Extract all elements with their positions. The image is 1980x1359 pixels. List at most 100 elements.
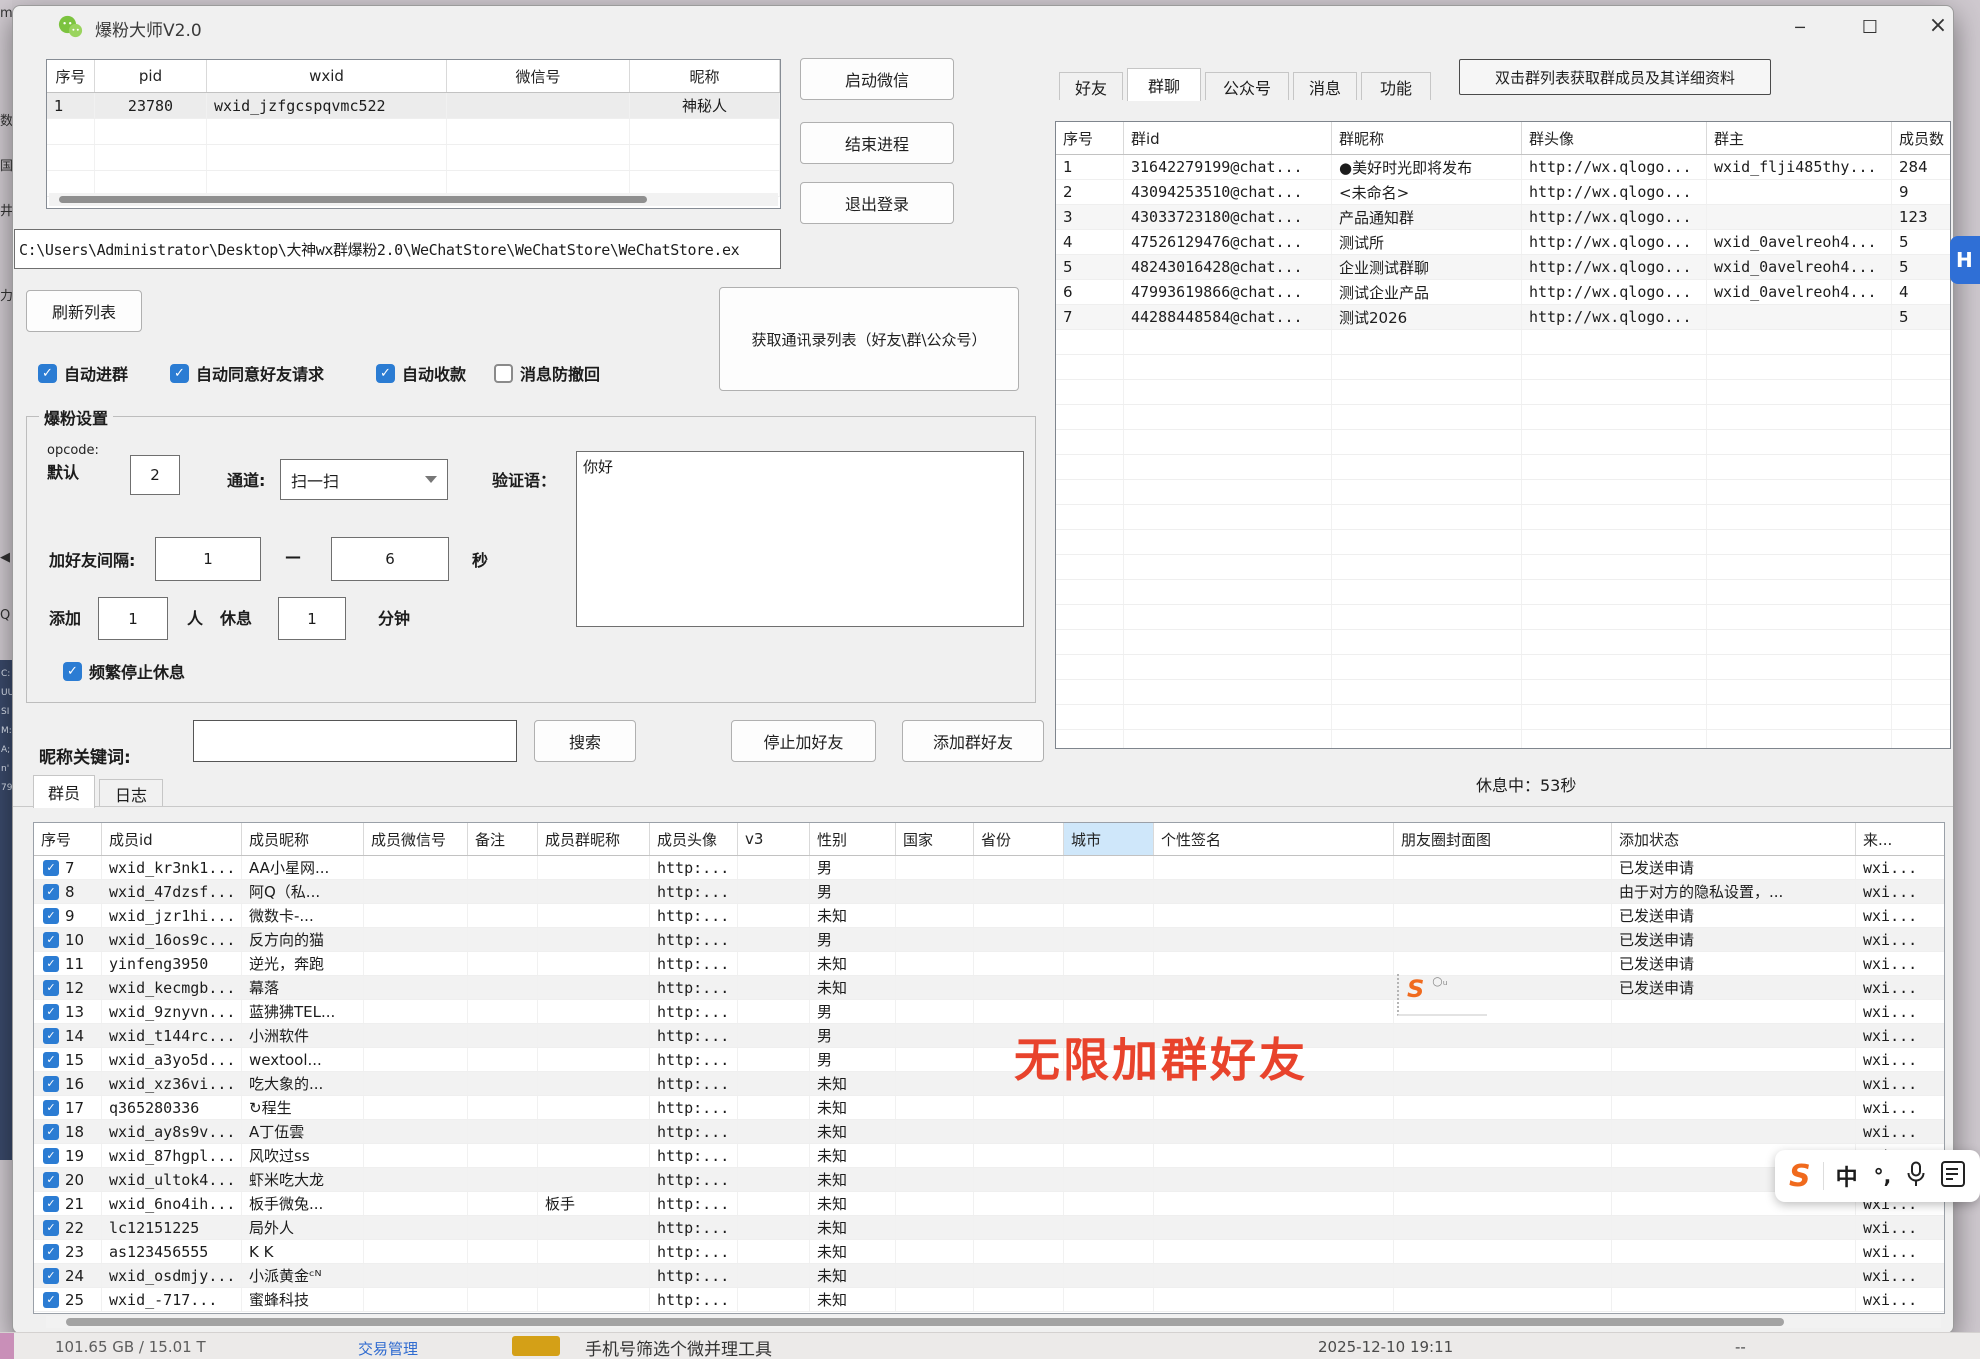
table-row[interactable]: ✓15wxid_a3yo5d...wextool...http:...男wxi.… [34, 1048, 1944, 1072]
table-row[interactable]: ✓23as123456555K Khttp:...未知wxi... [34, 1240, 1944, 1264]
column-header[interactable]: 备注 [468, 823, 538, 855]
wechat-path-field[interactable]: C:\Users\Administrator\Desktop\大神wx群爆粉2.… [14, 229, 781, 269]
column-header[interactable]: 成员id [102, 823, 242, 855]
checkbox-checked-icon[interactable]: ✓ [63, 662, 82, 681]
table-row[interactable]: ✓24wxid_osdmjy...小派黄金ᶜᴺhttp:...未知wxi... [34, 1264, 1944, 1288]
row-checkbox[interactable]: ✓ [43, 1268, 59, 1284]
table-row[interactable]: ✓14wxid_t144rc...小洲软件http:...男wxi... [34, 1024, 1944, 1048]
table-row[interactable]: ✓22lc12151225局外人http:...未知wxi... [34, 1216, 1944, 1240]
column-header[interactable]: v3 [738, 823, 810, 855]
bottom-tab-2[interactable]: 日志 [99, 779, 163, 807]
column-header[interactable]: 群头像 [1522, 122, 1707, 154]
row-checkbox[interactable]: ✓ [43, 1220, 59, 1236]
row-checkbox[interactable]: ✓ [43, 1244, 59, 1260]
stop-add-friend-button[interactable]: 停止加好友 [731, 720, 876, 762]
table-row[interactable]: 548243016428@chat...企业测试群聊http://wx.qlog… [1056, 255, 1950, 280]
column-header[interactable]: 群主 [1707, 122, 1892, 154]
table-row[interactable]: ✓25wxid_-717...蜜蜂科技http:...未知wxi... [34, 1288, 1944, 1312]
yellow-app-icon[interactable] [512, 1336, 560, 1356]
column-header[interactable]: 朋友圈封面图 [1394, 823, 1612, 855]
table-row[interactable]: 131642279199@chat...●美好时光即将发布http://wx.q… [1056, 155, 1950, 180]
verify-textarea[interactable]: 你好 [576, 451, 1024, 627]
checkbox-checked-icon[interactable]: ✓ [38, 364, 57, 383]
process-table[interactable]: 序号pidwxid微信号昵称123780wxid_jzfgcspqvmc522神… [46, 59, 781, 209]
table-row[interactable]: ✓10wxid_16os9c...反方向的猫http:...男已发送申请wxi.… [34, 928, 1944, 952]
ime-skin-icon[interactable]: ○ᵤ [1432, 974, 1447, 988]
table-row[interactable]: ✓8wxid_47dzsf...阿Q（私...http:...男由于对方的隐私设… [34, 880, 1944, 904]
row-checkbox[interactable]: ✓ [43, 1124, 59, 1140]
interval-from-input[interactable]: 1 [155, 537, 261, 581]
microphone-icon[interactable] [1905, 1161, 1927, 1192]
table-row[interactable]: ✓18wxid_ay8s9v...A丁伍雲http:...未知wxi... [34, 1120, 1944, 1144]
clipboard-icon[interactable] [1941, 1161, 1965, 1191]
row-checkbox[interactable]: ✓ [43, 1172, 59, 1188]
close-button[interactable]: × [1919, 8, 1954, 42]
column-header[interactable]: 序号 [47, 60, 95, 92]
title-bar[interactable]: 爆粉大师V2.0 ─ ☐ × [13, 6, 1953, 48]
column-header[interactable]: 群昵称 [1332, 122, 1522, 154]
search-button[interactable]: 搜索 [534, 720, 636, 762]
row-checkbox[interactable]: ✓ [43, 1196, 59, 1212]
table-row[interactable]: ✓20wxid_ultok4...虾米吃大龙http:...未知wxi... [34, 1168, 1944, 1192]
fetch-contacts-button[interactable]: 获取通讯录列表（好友\群\公众号） [719, 287, 1019, 391]
keyword-input[interactable] [193, 720, 517, 762]
column-header[interactable]: 省份 [974, 823, 1064, 855]
auto-option-4[interactable]: 消息防撤回 [494, 361, 600, 385]
column-header[interactable]: 序号 [1056, 122, 1124, 154]
column-header[interactable]: 成员微信号 [364, 823, 468, 855]
row-checkbox[interactable]: ✓ [43, 1292, 59, 1308]
bottom-tab-1[interactable]: 群员 [33, 775, 95, 808]
table-row[interactable]: ✓12wxid_kecmgb...幕落http:...未知已发送申请wxi... [34, 976, 1944, 1000]
table-row[interactable]: ✓16wxid_xz36vi...吃大象的...http:...未知wxi... [34, 1072, 1944, 1096]
row-checkbox[interactable]: ✓ [43, 1028, 59, 1044]
sogou-logo-icon[interactable]: S [1789, 1159, 1811, 1194]
opcode-input[interactable]: 2 [130, 455, 180, 495]
column-header[interactable]: 成员数 [1892, 122, 1951, 154]
checkbox-checked-icon[interactable]: ✓ [170, 364, 189, 383]
row-checkbox[interactable]: ✓ [43, 908, 59, 924]
column-header[interactable]: 个性签名 [1154, 823, 1394, 855]
auto-option-3[interactable]: ✓自动收款 [376, 361, 466, 385]
table-row[interactable]: 123780wxid_jzfgcspqvmc522神秘人 [47, 93, 780, 119]
right-tab-4[interactable]: 消息 [1293, 72, 1357, 100]
row-checkbox[interactable]: ✓ [43, 1148, 59, 1164]
table-row[interactable]: 343033723180@chat...产品通知群http://wx.qlogo… [1056, 205, 1950, 230]
column-header[interactable]: pid [95, 60, 207, 92]
row-checkbox[interactable]: ✓ [43, 1076, 59, 1092]
minimize-button[interactable]: ─ [1781, 10, 1819, 44]
column-header[interactable]: 群id [1124, 122, 1332, 154]
row-checkbox[interactable]: ✓ [43, 1004, 59, 1020]
checkbox-unchecked-icon[interactable] [494, 364, 513, 383]
right-tab-2[interactable]: 群聊 [1127, 68, 1201, 101]
sogou-icon[interactable]: S [1407, 974, 1424, 1004]
row-checkbox[interactable]: ✓ [43, 932, 59, 948]
row-checkbox[interactable]: ✓ [43, 956, 59, 972]
checkbox-checked-icon[interactable]: ✓ [376, 364, 395, 383]
column-header[interactable]: 序号 [34, 823, 102, 855]
column-header[interactable]: 微信号 [447, 60, 630, 92]
column-header[interactable]: 来... [1856, 823, 1945, 855]
trade-manage-link[interactable]: 交易管理 [358, 1338, 418, 1359]
table-row[interactable]: 744288448584@chat...测试2026http://wx.qlog… [1056, 305, 1950, 330]
row-checkbox[interactable]: ✓ [43, 980, 59, 996]
table-row[interactable]: ✓17q365280336↻程生http:...未知wxi... [34, 1096, 1944, 1120]
table-row[interactable]: ✓21wxid_6no4ih...板手微兔...板手http:...未知wxi.… [34, 1192, 1944, 1216]
column-header[interactable]: 性别 [810, 823, 896, 855]
table-row[interactable]: ✓19wxid_87hgpl...风吹过sshttp:...未知wxi... [34, 1144, 1944, 1168]
add-count-input[interactable]: 1 [98, 597, 168, 640]
right-tab-5[interactable]: 功能 [1361, 72, 1431, 100]
table-row[interactable]: ✓7wxid_kr3nk1...AA小星网...http:...男已发送申请wx… [34, 856, 1944, 880]
ime-toolbar[interactable]: S 中 °, [1775, 1150, 1980, 1202]
row-checkbox[interactable]: ✓ [43, 1052, 59, 1068]
member-table-hscrollbar[interactable] [46, 1316, 1941, 1328]
side-widget-icon[interactable]: H [1950, 236, 1980, 284]
table-row[interactable]: 243094253510@chat...<未命名>http://wx.qlogo… [1056, 180, 1950, 205]
ime-lang-toggle[interactable]: 中 [1836, 1160, 1858, 1192]
column-header[interactable]: 城市 [1064, 823, 1154, 855]
member-table[interactable]: 序号成员id成员昵称成员微信号备注成员群昵称成员头像v3性别国家省份城市个性签名… [33, 822, 1945, 1314]
table-row[interactable]: ✓9wxid_jzr1hi...微数卡-...http:...未知已发送申请wx… [34, 904, 1944, 928]
auto-option-1[interactable]: ✓自动进群 [38, 361, 128, 385]
table-row[interactable]: 647993619866@chat...测试企业产品http://wx.qlog… [1056, 280, 1950, 305]
frequent-stop-option[interactable]: ✓ 频繁停止休息 [63, 659, 185, 683]
column-header[interactable]: 成员昵称 [242, 823, 364, 855]
